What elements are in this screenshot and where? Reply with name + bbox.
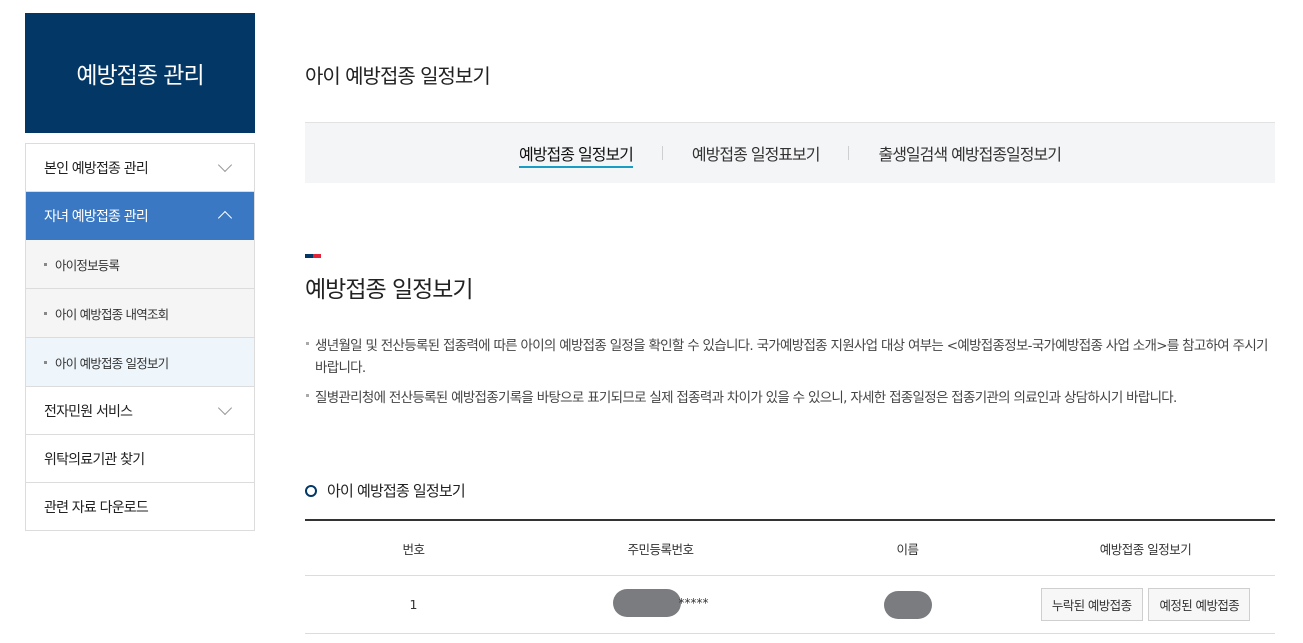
chevron-down-icon — [217, 157, 233, 173]
table-row: 1 ***** 누락된 예방접종 예정된 예방접종 — [305, 575, 1275, 634]
bullet-icon — [44, 262, 47, 266]
sidebar: 예방접종 관리 본인 예방접종 관리 자녀 예방접종 관리 아이정보등록 아이 … — [25, 13, 255, 531]
bullet-icon — [44, 360, 47, 364]
chevron-up-icon — [217, 210, 233, 226]
description-item: 질병관리청에 전산등록된 예방접종기록을 바탕으로 표기되므로 실제 접종력과 … — [305, 387, 1275, 409]
sidebar-item-label: 전자민원 서비스 — [44, 403, 133, 420]
sidebar-subitem-label: 아이정보등록 — [55, 257, 120, 273]
sidebar-item-downloads[interactable]: 관련 자료 다운로드 — [26, 483, 254, 531]
sidebar-item-my-vaccination[interactable]: 본인 예방접종 관리 — [26, 144, 254, 192]
schedule-table: 번호 주민등록번호 이름 예방접종 일정보기 1 ***** 누락된 예방접종 … — [305, 519, 1275, 634]
redacted-mask — [883, 590, 932, 619]
table-header: 예방접종 일정보기 — [1016, 519, 1275, 576]
description-list: 생년월일 및 전산등록된 접종력에 따른 아이의 예방접종 일정을 확인할 수 … — [305, 335, 1275, 417]
section-title: 예방접종 일정보기 — [305, 277, 474, 303]
sidebar-item-label: 위탁의료기관 찾기 — [44, 451, 145, 468]
sidebar-item-label: 자녀 예방접종 관리 — [44, 208, 149, 225]
table-header: 주민등록번호 — [522, 519, 799, 576]
tab-schedule-table[interactable]: 예방접종 일정표보기 — [663, 141, 849, 165]
description-item: 생년월일 및 전산등록된 접종력에 따른 아이의 예방접종 일정을 확인할 수 … — [305, 335, 1275, 379]
table-header-row: 번호 주민등록번호 이름 예방접종 일정보기 — [305, 519, 1275, 576]
sidebar-subitem-schedule[interactable]: 아이 예방접종 일정보기 — [26, 338, 254, 387]
subsection-title-text: 아이 예방접종 일정보기 — [327, 482, 466, 500]
sidebar-item-label: 본인 예방접종 관리 — [44, 160, 149, 177]
bullet-icon — [44, 311, 47, 315]
sidebar-subitem-label: 아이 예방접종 일정보기 — [55, 355, 169, 371]
tab-birthdate-search[interactable]: 출생일검색 예방접종일정보기 — [849, 141, 1089, 165]
sidebar-item-find-clinic[interactable]: 위탁의료기관 찾기 — [26, 435, 254, 483]
sidebar-subitem-history[interactable]: 아이 예방접종 내역조회 — [26, 289, 254, 338]
circle-icon — [305, 484, 317, 497]
redacted-mask — [612, 589, 681, 617]
sidebar-subitem-child-register[interactable]: 아이정보등록 — [26, 240, 254, 289]
subsection-title: 아이 예방접종 일정보기 — [305, 480, 466, 501]
scheduled-vaccination-button[interactable]: 예정된 예방접종 — [1148, 588, 1251, 621]
sidebar-item-e-petition[interactable]: 전자민원 서비스 — [26, 387, 254, 435]
sidebar-item-label: 관련 자료 다운로드 — [44, 499, 149, 516]
tab-schedule-view[interactable]: 예방접종 일정보기 — [490, 141, 662, 168]
tab-bar: 예방접종 일정보기 예방접종 일정표보기 출생일검색 예방접종일정보기 — [305, 122, 1275, 183]
page-title: 아이 예방접종 일정보기 — [305, 64, 491, 88]
tab-label: 예방접종 일정보기 — [519, 145, 634, 168]
cell-actions: 누락된 예방접종 예정된 예방접종 — [1016, 575, 1275, 634]
tab-label: 예방접종 일정표보기 — [691, 145, 821, 164]
sidebar-menu: 본인 예방접종 관리 자녀 예방접종 관리 아이정보등록 아이 예방접종 내역조… — [25, 143, 255, 531]
cell-number: 1 — [305, 575, 522, 634]
cell-ssn: ***** — [522, 575, 799, 634]
tab-label: 출생일검색 예방접종일정보기 — [878, 145, 1061, 164]
table-header: 이름 — [799, 519, 1016, 576]
ssn-suffix: ***** — [678, 596, 709, 610]
cell-name — [799, 575, 1016, 634]
sidebar-title: 예방접종 관리 — [25, 13, 255, 133]
missed-vaccination-button[interactable]: 누락된 예방접종 — [1040, 588, 1143, 621]
table-header: 번호 — [305, 519, 522, 576]
section-accent-mark — [305, 254, 321, 258]
sidebar-subitem-label: 아이 예방접종 내역조회 — [55, 306, 169, 322]
chevron-down-icon — [217, 400, 233, 416]
sidebar-item-child-vaccination[interactable]: 자녀 예방접종 관리 — [26, 192, 254, 240]
